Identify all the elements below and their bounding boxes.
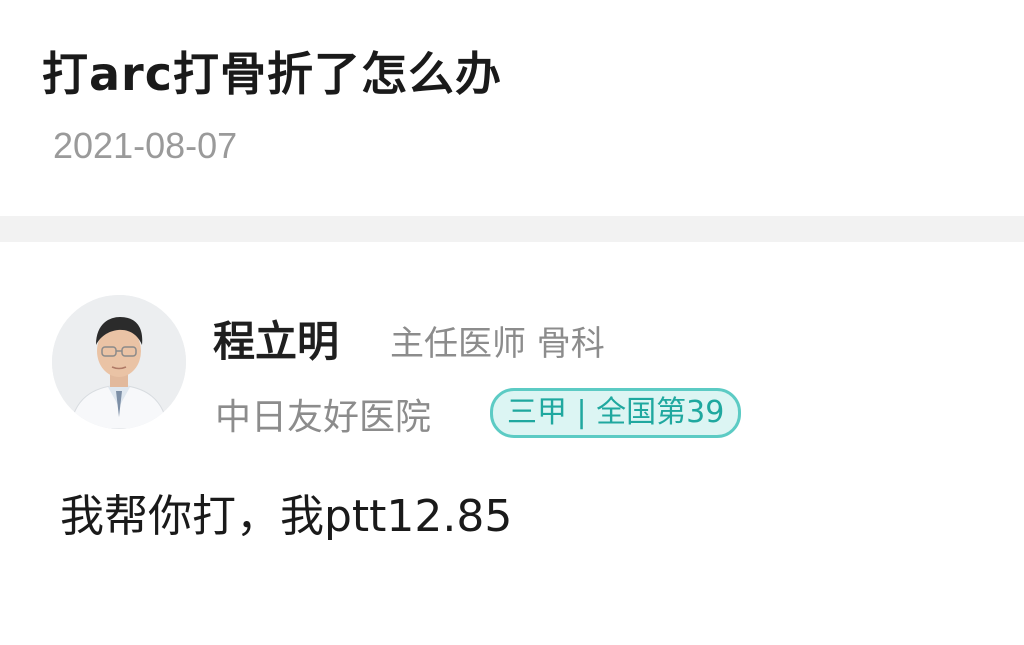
doctor-portrait-icon — [52, 295, 186, 429]
hospital-rank-badge: 三甲 | 全国第39 — [490, 388, 742, 438]
question-date: 2021-08-07 — [53, 125, 238, 166]
question-header: 打arc打骨折了怎么办 2021-08-07 — [0, 0, 1024, 216]
question-title: 打arc打骨折了怎么办 — [42, 47, 502, 101]
doctor-avatar[interactable] — [52, 295, 186, 429]
qa-page: 打arc打骨折了怎么办 2021-08-07 程立明 主任医师 骨科 中日友好医… — [0, 0, 1024, 645]
hospital-name[interactable]: 中日友好医院 — [215, 388, 431, 440]
answer-text: 我帮你打，我ptt12.85 — [60, 491, 513, 542]
answer-card: 程立明 主任医师 骨科 中日友好医院 三甲 | 全国第39 我帮你打，我ptt1… — [0, 242, 1024, 645]
section-divider — [0, 216, 1024, 242]
doctor-title: 主任医师 骨科 — [390, 324, 605, 364]
doctor-name[interactable]: 程立明 — [213, 308, 339, 369]
